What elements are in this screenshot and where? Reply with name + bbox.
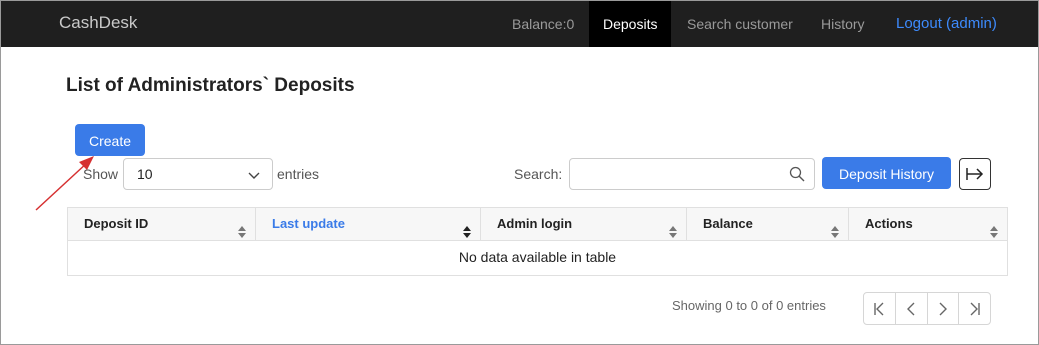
search-label: Search:	[514, 166, 563, 182]
nav-history[interactable]: History	[821, 1, 865, 47]
first-page-button[interactable]	[864, 293, 896, 324]
empty-table-message: No data available in table	[458, 249, 617, 265]
deposits-table: Deposit ID Last update Admin login Balan…	[67, 207, 1008, 276]
search-icon	[789, 166, 805, 187]
nav-deposits[interactable]: Deposits	[589, 1, 672, 47]
brand-logo[interactable]: CashDesk	[59, 13, 137, 33]
annotation-arrow	[35, 156, 94, 211]
table-info: Showing 0 to 0 of 0 entries	[672, 298, 826, 313]
search-input[interactable]	[569, 158, 815, 190]
column-header-deposit-id[interactable]: Deposit ID	[68, 208, 256, 240]
length-entries-label: entries	[277, 166, 320, 182]
page-length-value: 10	[137, 166, 153, 182]
previous-page-button[interactable]	[896, 293, 928, 324]
top-navbar: CashDesk Balance:0 Deposits Search custo…	[1, 1, 1038, 47]
length-show-label: Show	[83, 166, 119, 182]
table-header: Deposit ID Last update Admin login Balan…	[68, 208, 1007, 241]
column-header-actions[interactable]: Actions	[849, 208, 1007, 240]
arrow-right-to-bar-icon	[966, 168, 984, 180]
next-page-button[interactable]	[928, 293, 960, 324]
column-header-balance[interactable]: Balance	[687, 208, 849, 240]
nav-logout[interactable]: Logout (admin)	[896, 1, 997, 47]
column-header-last-update[interactable]: Last update	[256, 208, 481, 240]
last-page-button[interactable]	[959, 293, 990, 324]
page-length-select[interactable]: 10	[123, 158, 273, 190]
export-button[interactable]	[959, 158, 991, 190]
page-title: List of Administrators` Deposits	[66, 75, 355, 96]
deposit-history-button[interactable]: Deposit History	[822, 157, 951, 189]
last-page-icon	[970, 302, 980, 315]
first-page-icon	[874, 302, 884, 315]
chevron-right-icon	[939, 302, 947, 315]
pagination	[863, 292, 991, 325]
column-header-admin-login[interactable]: Admin login	[481, 208, 687, 240]
chevron-left-icon	[907, 302, 915, 315]
nav-balance[interactable]: Balance:0	[512, 1, 574, 47]
nav-search-customer[interactable]: Search customer	[687, 1, 793, 47]
chevron-down-icon	[248, 168, 260, 186]
